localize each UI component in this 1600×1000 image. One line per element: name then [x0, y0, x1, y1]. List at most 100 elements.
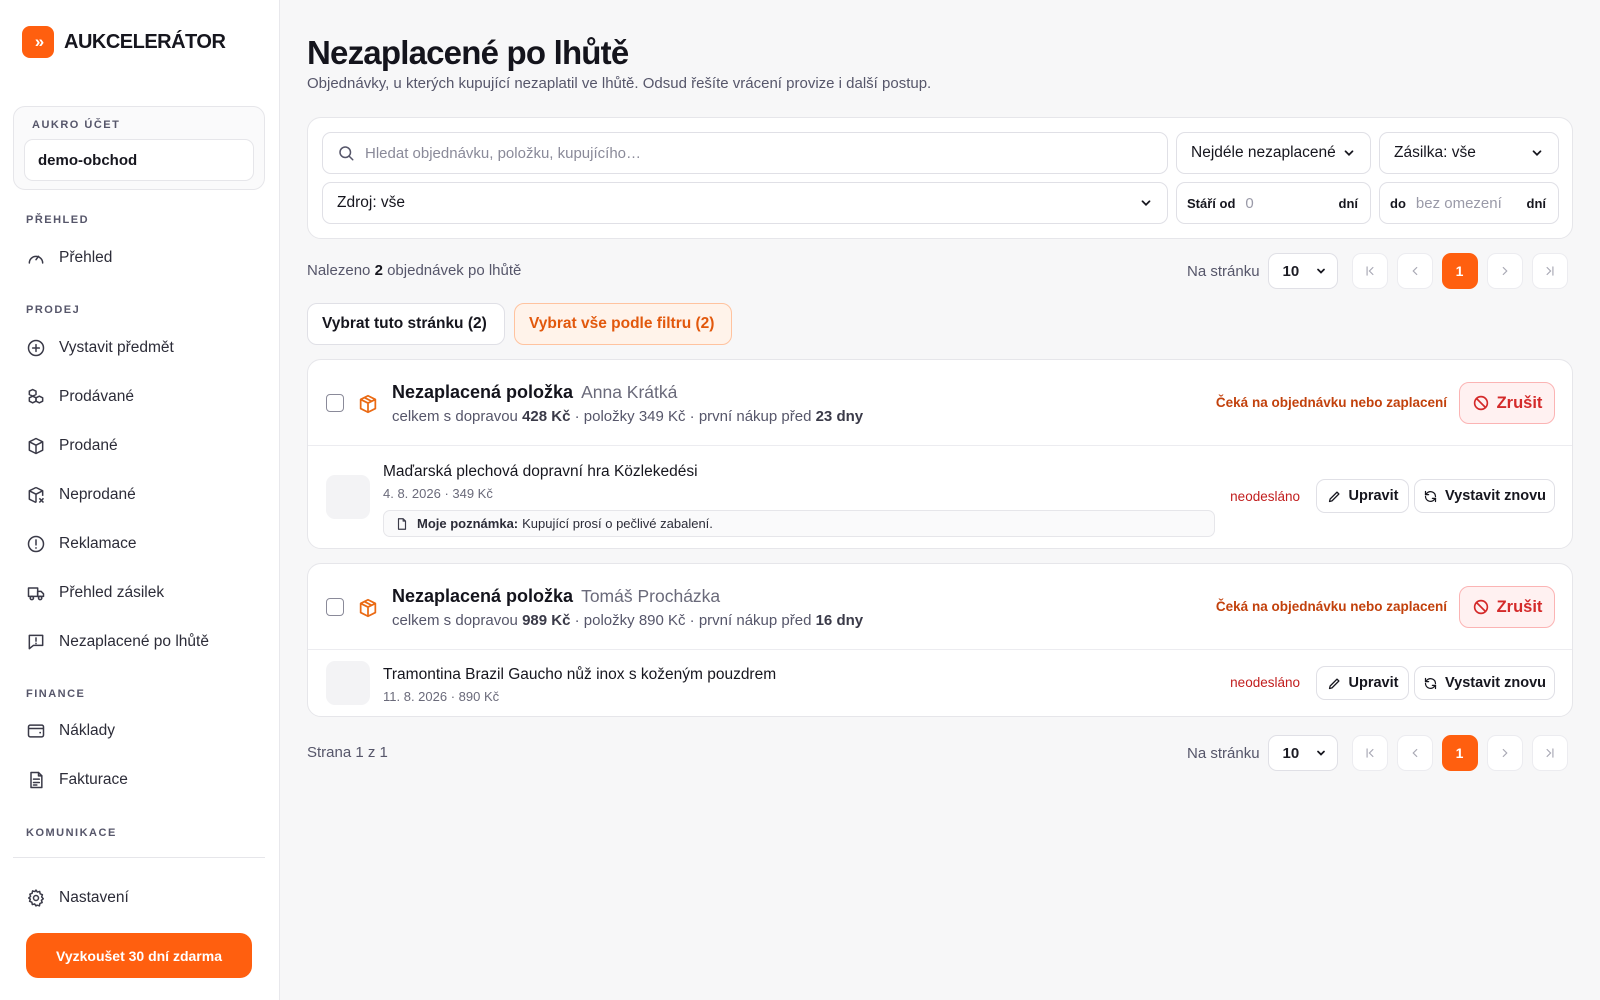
pagination-top: Na stránku 10 1: [1187, 253, 1568, 289]
source-select[interactable]: Zdroj: vše: [322, 182, 1168, 224]
per-page-label: Na stránku: [1187, 262, 1260, 280]
edit-item-button[interactable]: Upravit: [1316, 479, 1409, 513]
pagination-bottom: Na stránku 10 1: [1187, 735, 1568, 771]
page-button-current[interactable]: 1: [1441, 253, 1478, 289]
sidebar-item-list-item[interactable]: Vystavit předmět: [26, 330, 266, 366]
cancel-label: Zrušit: [1496, 393, 1543, 412]
order-meta-mid: · položky 890 Kč · první nákup před: [574, 612, 812, 629]
age-to-unit: dní: [1526, 195, 1547, 211]
results-suffix: objednávek po lhůtě: [387, 262, 522, 279]
refresh-icon: [1424, 677, 1437, 689]
order-age: 23 dny: [815, 408, 864, 425]
select-page-button[interactable]: Vybrat tuto stránku (2): [307, 303, 505, 345]
last-page-button[interactable]: [1531, 253, 1568, 289]
item-shipping-status: neodesláno: [1230, 489, 1300, 504]
last-page-button[interactable]: [1531, 735, 1568, 771]
order-buyer[interactable]: Anna Krátká: [581, 382, 677, 402]
chevrons-left-first-icon: [1366, 748, 1374, 758]
free-trial-button[interactable]: Vyzkoušet 30 dní zdarma: [26, 933, 252, 978]
sort-select[interactable]: Nejdéle nezaplacené: [1176, 132, 1371, 174]
sidebar-item-label: Nezaplacené po lhůtě: [59, 633, 209, 650]
sidebar-item-overview[interactable]: Přehled: [26, 240, 266, 276]
chevron-right-icon: [1502, 748, 1508, 758]
page-button-current[interactable]: 1: [1441, 735, 1478, 771]
age-to-field[interactable]: do dní: [1379, 182, 1559, 224]
next-page-button[interactable]: [1486, 253, 1523, 289]
gauge-icon: [28, 255, 44, 264]
search-input[interactable]: [365, 144, 1145, 162]
sidebar-item-label: Náklady: [59, 722, 115, 739]
account-label: AUKRO ÚČET: [32, 119, 121, 131]
chevron-down-icon: [1316, 268, 1325, 274]
chevron-right-icon: [1502, 266, 1508, 276]
relist-item-button[interactable]: Vystavit znovu: [1414, 479, 1555, 513]
app-logo[interactable]: » AUKCELERÁTOR: [22, 26, 226, 58]
section-label-sales: PRODEJ: [26, 304, 81, 316]
sidebar-item-sold[interactable]: Prodané: [26, 428, 266, 464]
order-title: Nezaplacená položka Anna Krátká: [392, 382, 677, 403]
first-page-button[interactable]: [1351, 253, 1388, 289]
age-from-input[interactable]: [1245, 194, 1326, 212]
edit-label: Upravit: [1348, 675, 1399, 691]
prev-page-button[interactable]: [1396, 735, 1433, 771]
sort-select-value: Nejdéle nezaplacené: [1191, 144, 1336, 161]
sidebar-item-invoicing[interactable]: Fakturace: [26, 762, 266, 798]
truck-icon: [27, 587, 45, 601]
sidebar-item-unpaid[interactable]: Nezaplacené po lhůtě: [26, 624, 266, 660]
order-card: Nezaplacená položka Anna Krátká celkem s …: [307, 359, 1573, 549]
order-buyer[interactable]: Tomáš Procházka: [581, 586, 720, 606]
order-checkbox[interactable]: [326, 598, 344, 616]
search-field[interactable]: [322, 132, 1168, 174]
relist-item-button[interactable]: Vystavit znovu: [1414, 666, 1555, 700]
section-label-finance: FINANCE: [26, 688, 86, 700]
age-from-field[interactable]: Stáří od dní: [1176, 182, 1371, 224]
per-page-value: 10: [1282, 744, 1300, 762]
account-panel: AUKRO ÚČET demo-obchod: [13, 106, 265, 190]
boxes-icon: [28, 388, 44, 404]
account-selector[interactable]: demo-obchod: [24, 139, 254, 181]
chevron-down-icon: [1344, 150, 1354, 156]
sidebar-item-label: Přehled: [59, 249, 113, 266]
sidebar-item-complaints[interactable]: Reklamace: [26, 526, 266, 562]
per-page-select[interactable]: 10: [1267, 735, 1338, 771]
order-checkbox[interactable]: [326, 394, 344, 412]
sidebar-item-selling[interactable]: Prodávané: [26, 379, 266, 415]
sidebar-item-label: Přehled zásilek: [59, 584, 165, 601]
item-name[interactable]: Tramontina Brazil Gaucho nůž inox s kože…: [383, 666, 776, 684]
per-page-value: 10: [1282, 262, 1300, 280]
sidebar-item-label: Fakturace: [59, 771, 128, 788]
invoice-icon: [30, 771, 43, 789]
section-label-overview: PŘEHLED: [26, 214, 90, 226]
sidebar-item-shipments[interactable]: Přehled zásilek: [26, 575, 266, 611]
item-name[interactable]: Maďarská plechová dopravní hra Közlekedé…: [383, 463, 698, 481]
page-title: Nezaplacené po lhůtě: [307, 34, 629, 71]
sidebar-item-settings[interactable]: Nastavení: [26, 880, 266, 916]
order-meta: celkem s dopravou 989 Kč · položky 890 K…: [392, 612, 863, 629]
per-page-label: Na stránku: [1187, 744, 1260, 762]
edit-item-button[interactable]: Upravit: [1316, 666, 1409, 700]
next-page-button[interactable]: [1486, 735, 1523, 771]
prev-page-button[interactable]: [1396, 253, 1433, 289]
results-count: Nalezeno 2 objednávek po lhůtě: [307, 262, 521, 279]
per-page-select[interactable]: 10: [1267, 253, 1338, 289]
sidebar-item-costs[interactable]: Náklady: [26, 713, 266, 749]
logo-mark-icon: »: [22, 26, 54, 58]
order-status: Čeká na objednávku nebo zaplacení: [1215, 395, 1447, 410]
cancel-order-button[interactable]: Zrušit: [1459, 382, 1555, 424]
note-text: Kupující prosí o pečlivé zabalení.: [522, 516, 713, 531]
age-to-input[interactable]: [1415, 194, 1526, 212]
source-select-value: Zdroj: vše: [337, 194, 406, 211]
package-x-icon: [28, 486, 45, 504]
order-age: 16 dny: [815, 612, 864, 629]
first-page-button[interactable]: [1351, 735, 1388, 771]
sidebar-item-unsold[interactable]: Neprodané: [26, 477, 266, 513]
cancel-order-button[interactable]: Zrušit: [1459, 586, 1555, 628]
sidebar-item-label: Nastavení: [59, 889, 129, 906]
select-all-filter-button[interactable]: Vybrat vše podle filtru (2): [514, 303, 732, 345]
chevron-down-icon: [1141, 200, 1151, 206]
chevron-left-icon: [1411, 266, 1417, 276]
chevrons-right-last-icon: [1546, 266, 1554, 276]
note-content: Moje poznámka: Kupující prosí o pečlivé z…: [417, 516, 713, 531]
shipment-select[interactable]: Zásilka: vše: [1379, 132, 1559, 174]
age-from-unit: dní: [1338, 195, 1359, 211]
